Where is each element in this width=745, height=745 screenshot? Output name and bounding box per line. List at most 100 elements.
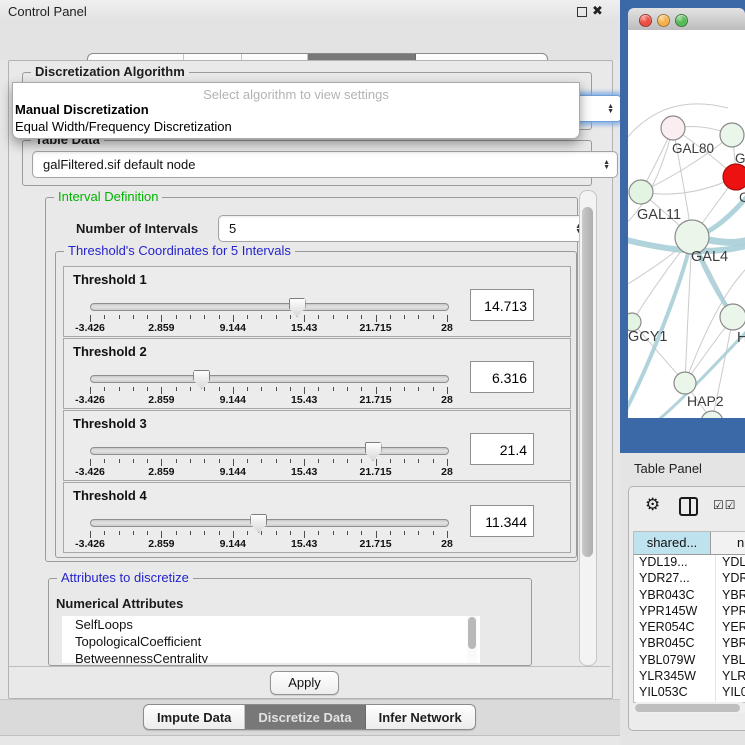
table-row[interactable]: YBL079WYBL0 bbox=[634, 653, 745, 669]
zoom-window-icon[interactable] bbox=[675, 14, 688, 27]
slider-track[interactable] bbox=[90, 519, 449, 527]
tick-mark bbox=[161, 531, 162, 538]
minimize-window-icon[interactable] bbox=[657, 14, 670, 27]
network-node[interactable] bbox=[629, 180, 653, 204]
attributes-scrollbar-thumb[interactable] bbox=[468, 617, 476, 649]
slider-track[interactable] bbox=[90, 375, 449, 383]
cell-name[interactable]: YIL0 bbox=[716, 685, 745, 701]
tick-mark bbox=[219, 315, 220, 319]
cell-shared-name[interactable]: YDL19... bbox=[634, 555, 716, 571]
dropdown-option-manual-discretization[interactable]: Manual Discretization bbox=[15, 102, 570, 117]
tick-mark bbox=[418, 387, 419, 391]
table-row[interactable]: YER054CYER0 bbox=[634, 620, 745, 636]
cell-shared-name[interactable]: YLR345W bbox=[634, 669, 716, 685]
tab-label: Impute Data bbox=[157, 710, 231, 725]
cell-name[interactable]: YBR0 bbox=[716, 588, 745, 604]
column-header-name[interactable]: n bbox=[711, 532, 745, 554]
number-of-intervals-combobox[interactable]: 5 ▲▼ bbox=[218, 215, 590, 242]
network-node[interactable] bbox=[720, 123, 744, 147]
network-window-titlebar[interactable] bbox=[628, 8, 745, 31]
close-window-icon[interactable] bbox=[639, 14, 652, 27]
cell-shared-name[interactable]: YBR045C bbox=[634, 636, 716, 652]
attribute-item-betweennesscentrality[interactable]: BetweennessCentrality bbox=[62, 650, 480, 663]
slider-track[interactable] bbox=[90, 447, 449, 455]
slider-track[interactable] bbox=[90, 303, 449, 311]
threshold-slider-4[interactable] bbox=[90, 519, 447, 527]
algorithm-dropdown-popup: Select algorithm to view settings Manual… bbox=[12, 82, 580, 139]
cell-shared-name[interactable]: YBL079W bbox=[634, 653, 716, 669]
column-header-shared-name[interactable]: shared... bbox=[634, 532, 711, 554]
cell-name[interactable]: YDL1 bbox=[716, 555, 745, 571]
network-node[interactable] bbox=[674, 372, 696, 394]
cell-name[interactable]: YDR2 bbox=[716, 571, 745, 587]
table-hscrollbar-thumb[interactable] bbox=[635, 704, 740, 712]
settings-scrollbar[interactable] bbox=[579, 190, 597, 666]
cell-shared-name[interactable]: YDR27... bbox=[634, 571, 716, 587]
network-node[interactable] bbox=[701, 411, 723, 418]
numerical-attributes-list[interactable]: SelfLoopsTopologicalCoefficientBetweenne… bbox=[62, 616, 480, 663]
threshold-panel-4: Threshold 4-3.4262.8599.14415.4321.71528… bbox=[63, 482, 571, 553]
apply-button[interactable]: Apply bbox=[270, 671, 339, 695]
tab-discretize-data[interactable]: Discretize Data bbox=[245, 705, 365, 729]
float-panel-icon[interactable] bbox=[577, 7, 587, 17]
table-row[interactable]: YPR145WYPR1 bbox=[634, 604, 745, 620]
threshold-slider-3[interactable] bbox=[90, 447, 447, 455]
tick-mark bbox=[333, 387, 334, 391]
table-row[interactable]: YBR045CYBR0 bbox=[634, 636, 745, 652]
cell-shared-name[interactable]: YBR043C bbox=[634, 588, 716, 604]
threshold-slider-1[interactable] bbox=[90, 303, 447, 311]
split-columns-icon[interactable] bbox=[679, 497, 698, 516]
tick-mark bbox=[318, 531, 319, 535]
network-node[interactable] bbox=[661, 116, 685, 140]
table-row[interactable]: YIL053CYIL0 bbox=[634, 685, 745, 701]
tab-impute-data[interactable]: Impute Data bbox=[144, 705, 245, 729]
table-row[interactable]: YDL19...YDL1 bbox=[634, 555, 745, 571]
threshold-value-field-3[interactable]: 21.4 bbox=[470, 433, 534, 465]
tick-mark bbox=[347, 459, 348, 463]
node-table[interactable]: shared... n YDL19...YDL1YDR27...YDR2YBR0… bbox=[633, 531, 745, 703]
settings-scrollbar-thumb[interactable] bbox=[582, 207, 593, 557]
threshold-panel-2: Threshold 2-3.4262.8599.14415.4321.71528… bbox=[63, 338, 571, 409]
tick-mark bbox=[290, 387, 291, 391]
cell-shared-name[interactable]: YIL053C bbox=[634, 685, 716, 701]
dropdown-option-equal-width-frequency[interactable]: Equal Width/Frequency Discretization bbox=[15, 119, 570, 134]
threshold-slider-2[interactable] bbox=[90, 375, 447, 383]
cell-name[interactable]: YER0 bbox=[716, 620, 745, 636]
table-row[interactable]: YDR27...YDR2 bbox=[634, 571, 745, 587]
tick-mark bbox=[447, 459, 448, 466]
tick-mark bbox=[390, 387, 391, 391]
close-panel-icon[interactable]: ✖ bbox=[592, 3, 603, 19]
table-hscrollbar[interactable] bbox=[633, 702, 745, 713]
attribute-item-topologicalcoefficient[interactable]: TopologicalCoefficient bbox=[62, 633, 480, 650]
attributes-scrollbar[interactable] bbox=[467, 616, 477, 663]
tick-mark bbox=[233, 387, 234, 394]
cell-name[interactable]: YPR1 bbox=[716, 604, 745, 620]
checkbox-checked-icons[interactable]: ☑☑ bbox=[713, 498, 737, 512]
cell-name[interactable]: YBR0 bbox=[716, 636, 745, 652]
network-view-canvas[interactable]: GAL80GACGAL11GAL4GCY1HHAP2 bbox=[628, 30, 745, 418]
slider-tick-labels: -3.4262.8599.14415.4321.71528 bbox=[90, 394, 447, 405]
cell-name[interactable]: YBL0 bbox=[716, 653, 745, 669]
table-row[interactable]: YLR345WYLR3 bbox=[634, 669, 745, 685]
cell-shared-name[interactable]: YPR145W bbox=[634, 604, 716, 620]
tick-mark bbox=[304, 531, 305, 538]
network-node[interactable] bbox=[720, 304, 745, 330]
threshold-value-field-1[interactable]: 14.713 bbox=[470, 289, 534, 321]
threshold-value-field-4[interactable]: 11.344 bbox=[470, 505, 534, 537]
tick-label: 9.144 bbox=[220, 394, 246, 406]
table-data-combobox[interactable]: galFiltered.sif default node ▲▼ bbox=[32, 151, 618, 178]
tick-mark bbox=[447, 387, 448, 394]
threshold-value-field-2[interactable]: 6.316 bbox=[470, 361, 534, 393]
attribute-item-selfloops[interactable]: SelfLoops bbox=[62, 616, 480, 633]
network-node[interactable] bbox=[723, 164, 745, 190]
tab-infer-network[interactable]: Infer Network bbox=[366, 705, 475, 729]
tick-mark bbox=[261, 531, 262, 535]
gear-icon[interactable]: ⚙ bbox=[645, 495, 660, 515]
cell-name[interactable]: YLR3 bbox=[716, 669, 745, 685]
tick-mark bbox=[90, 531, 91, 538]
tick-mark bbox=[418, 459, 419, 463]
cell-shared-name[interactable]: YER054C bbox=[634, 620, 716, 636]
table-row[interactable]: YBR043CYBR0 bbox=[634, 588, 745, 604]
table-rows: YDL19...YDL1YDR27...YDR2YBR043CYBR0YPR14… bbox=[634, 555, 745, 702]
tick-mark bbox=[119, 459, 120, 463]
